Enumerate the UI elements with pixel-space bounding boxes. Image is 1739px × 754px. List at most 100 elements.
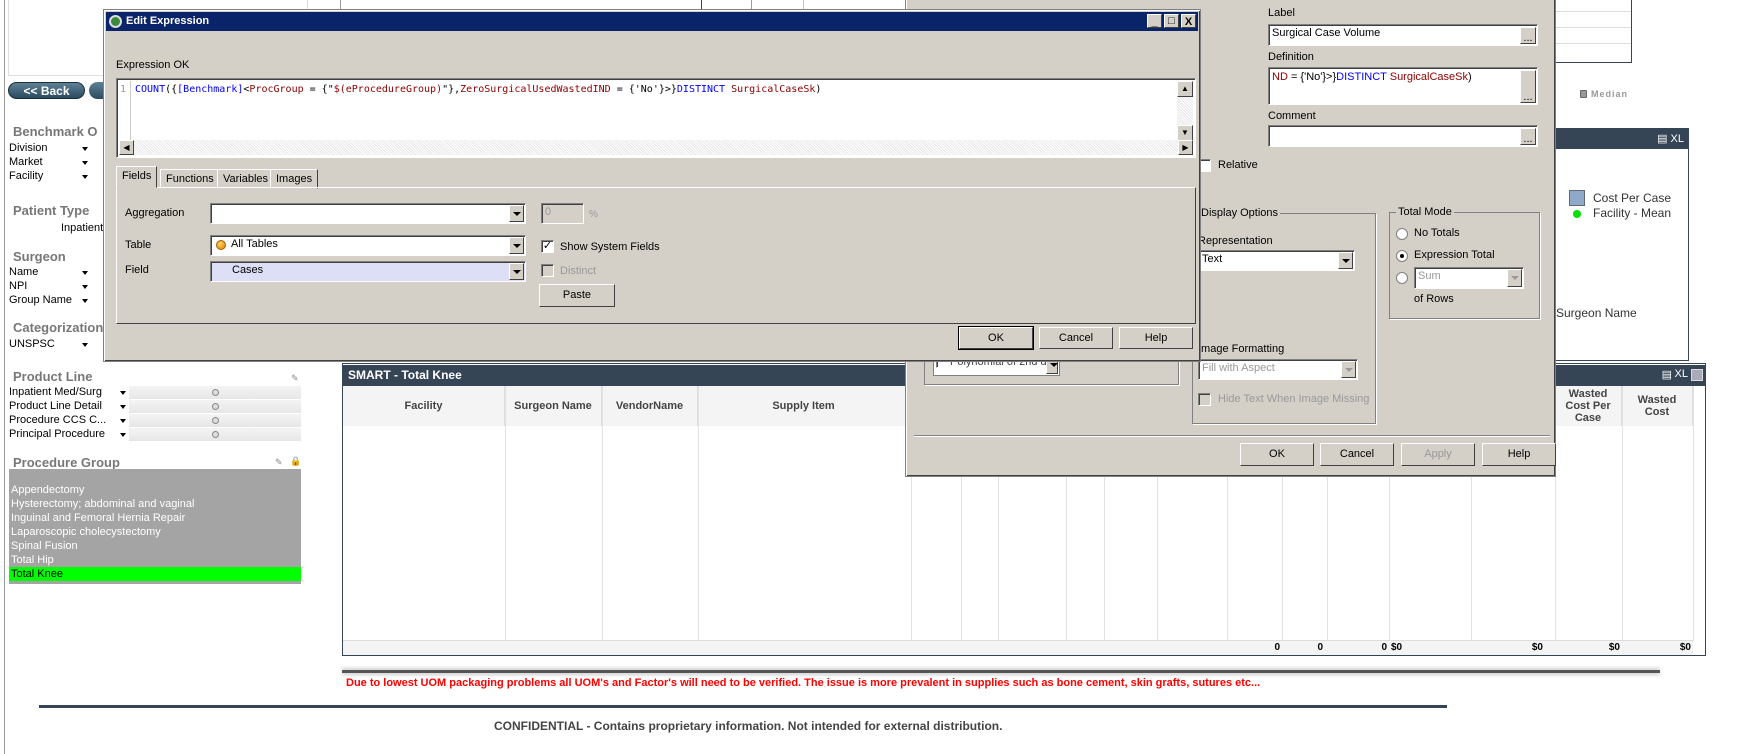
properties-apply-button[interactable]: Apply [1401, 443, 1475, 466]
image-formatting-select[interactable]: Fill with Aspect [1198, 359, 1358, 380]
eraser-icon[interactable]: ✎ [275, 457, 283, 468]
aggregation-select[interactable] [210, 203, 526, 224]
col-header-facility[interactable]: Facility [343, 386, 505, 426]
dropdown-icon[interactable] [82, 161, 88, 165]
expression-total-radio[interactable] [1396, 250, 1408, 262]
table-status-icon [216, 240, 226, 250]
eraser-icon[interactable]: ✎ [291, 373, 299, 384]
minimize-button[interactable]: _ [1147, 14, 1162, 28]
procedure-group-item[interactable]: Total Hip [9, 553, 301, 567]
filter-surgeon-name[interactable]: Name [9, 266, 38, 278]
scroll-down-button[interactable]: ▼ [1177, 125, 1193, 141]
show-system-fields-checkbox[interactable]: ✓ [541, 240, 554, 253]
export-xl-button[interactable]: XL [1675, 368, 1688, 380]
procedure-group-item[interactable]: Hysterectomy; abdominal and vaginal [9, 497, 301, 511]
col-header-wasted-cost-per-case[interactable]: Wasted Cost Per Case [1555, 386, 1622, 426]
dropdown-icon[interactable] [120, 405, 126, 409]
properties-help-button[interactable]: Help [1482, 443, 1556, 466]
representation-select[interactable]: Text [1198, 250, 1355, 271]
col-header-wasted-cost[interactable]: Wasted Cost [1622, 386, 1693, 426]
filter-value-box[interactable] [129, 400, 301, 413]
table-select[interactable]: All Tables [210, 235, 526, 256]
properties-cancel-button[interactable]: Cancel [1320, 443, 1394, 466]
dropdown-icon[interactable] [120, 391, 126, 395]
dropdown-icon[interactable] [82, 175, 88, 179]
label-input[interactable]: Surgical Case Volume [1268, 24, 1538, 46]
dropdown-icon[interactable] [82, 147, 88, 151]
scroll-up-button[interactable]: ▲ [1177, 81, 1193, 97]
dropdown-icon[interactable] [82, 343, 88, 347]
field-select[interactable]: Cases [210, 261, 526, 282]
definition-input[interactable]: ND = {'No'}>}DISTINCT SurgicalCaseSk) [1268, 67, 1538, 105]
back-button[interactable]: << Back [8, 82, 85, 99]
table-title: SMART - Total Knee [348, 368, 462, 382]
comment-ellipsis-button[interactable]: ... [1520, 128, 1536, 145]
product-line-filter[interactable]: Procedure CCS C... [9, 414, 301, 427]
no-totals-radio[interactable] [1396, 228, 1408, 240]
filter-division[interactable]: Division [9, 142, 48, 154]
filter-facility[interactable]: Facility [9, 170, 43, 182]
procedure-group-item[interactable]: Total Knee [9, 567, 301, 581]
tab-images[interactable]: Images [270, 169, 319, 189]
procedure-group-item[interactable]: Spinal Fusion [9, 539, 301, 553]
definition-ellipsis-button[interactable]: ... [1520, 70, 1536, 103]
dropdown-icon[interactable] [120, 433, 126, 437]
dialog-titlebar[interactable]: Edit Expression _ □ X [106, 12, 1198, 31]
percent-input[interactable]: 0 [541, 203, 584, 224]
lock-icon[interactable]: 🔒 [290, 456, 301, 467]
scroll-left-button[interactable]: ◀ [119, 140, 134, 155]
patient-type-value[interactable]: Inpatient [61, 222, 103, 234]
filter-value-box[interactable] [129, 414, 301, 427]
paste-button[interactable]: Paste [539, 284, 615, 307]
close-button[interactable]: X [1181, 14, 1196, 28]
col-header-surgeon-name[interactable]: Surgeon Name [505, 386, 602, 426]
filter-group-name[interactable]: Group Name [9, 294, 72, 306]
filter-value-box[interactable] [129, 428, 301, 441]
filter-value-box[interactable] [129, 386, 301, 399]
expression-token: = {'No'}>} [610, 84, 677, 95]
comment-label: Comment [1268, 110, 1316, 122]
cancel-button[interactable]: Cancel [1039, 327, 1113, 349]
scroll-right-button[interactable]: ▶ [1178, 140, 1193, 155]
hide-text-checkbox[interactable] [1198, 393, 1211, 406]
col-header-vendor-name[interactable]: VendorName [602, 386, 698, 426]
export-xl-button[interactable]: XL [1671, 133, 1684, 145]
col-header-supply-item[interactable]: Supply Item [698, 386, 910, 426]
procedure-group-listbox[interactable]: Appendectomy Hysterectomy; abdominal and … [9, 469, 301, 584]
sum-select[interactable]: Sum [1414, 267, 1524, 289]
sum-of-rows-radio[interactable] [1396, 272, 1408, 284]
expression-token: = {'No'}>} [1287, 71, 1337, 83]
print-icon[interactable]: ▤ [1657, 133, 1667, 145]
procedure-group-item[interactable]: Laparoscopic cholecystectomy [9, 525, 301, 539]
comment-input[interactable] [1268, 125, 1538, 147]
filter-market[interactable]: Market [9, 156, 43, 168]
dropdown-icon[interactable] [82, 299, 88, 303]
maximize-button[interactable]: □ [1164, 14, 1179, 28]
procedure-group-item[interactable]: Appendectomy [9, 483, 301, 497]
maximize-icon[interactable] [1691, 369, 1703, 381]
tab-functions[interactable]: Functions [160, 169, 220, 189]
expression-text[interactable]: COUNT({[Benchmark]<ProcGroup = {"$(eProc… [135, 84, 821, 95]
horizontal-scrollbar[interactable]: ◀ ▶ [119, 140, 1193, 155]
dropdown-icon[interactable] [82, 285, 88, 289]
tab-fields[interactable]: Fields [116, 166, 158, 188]
product-line-filter[interactable]: Product Line Detail [9, 400, 301, 413]
vertical-scrollbar[interactable]: ▲ ▼ [1177, 81, 1193, 141]
help-button[interactable]: Help [1119, 327, 1193, 349]
column-divider [698, 386, 699, 641]
expression-editor[interactable]: 1 COUNT({[Benchmark]<ProcGroup = {"$(ePr… [116, 78, 1196, 158]
filter-npi[interactable]: NPI [9, 280, 27, 292]
label-ellipsis-button[interactable]: ... [1520, 27, 1536, 44]
product-line-filter[interactable]: Principal Procedure [9, 428, 301, 441]
dropdown-icon[interactable] [120, 419, 126, 423]
procedure-group-item[interactable]: Inguinal and Femoral Hernia Repair [9, 511, 301, 525]
ok-button[interactable]: OK [958, 326, 1034, 350]
distinct-checkbox[interactable] [541, 264, 554, 277]
tab-variables[interactable]: Variables [217, 169, 275, 189]
dropdown-icon[interactable] [82, 271, 88, 275]
product-line-filter[interactable]: Inpatient Med/Surg [9, 386, 301, 399]
distinct-label: Distinct [560, 265, 597, 277]
properties-ok-button[interactable]: OK [1240, 443, 1314, 466]
filter-unspsc[interactable]: UNSPSC [9, 338, 55, 350]
print-icon[interactable]: ▤ [1662, 368, 1672, 381]
